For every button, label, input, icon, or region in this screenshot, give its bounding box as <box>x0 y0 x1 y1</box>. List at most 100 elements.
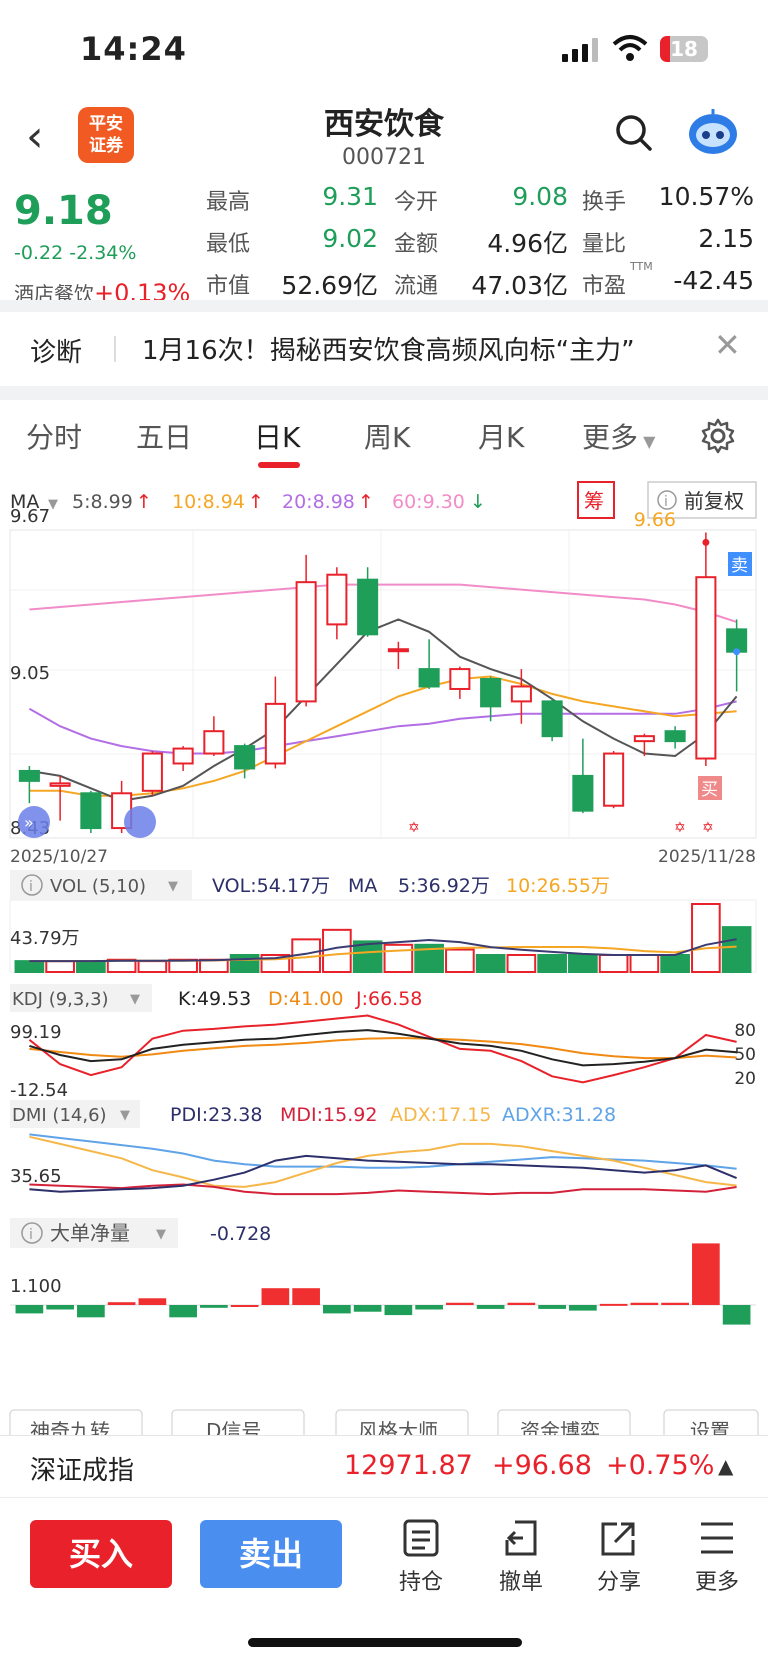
kline-chart[interactable]: MA ▼ 5:8.99 ↑ 10:8.94 ↑ 20:8.98 ↑ 60:9.3… <box>0 470 768 1451</box>
bigorder-bar <box>415 1305 443 1310</box>
vol-ratio-label: 量比 <box>582 232 627 257</box>
volume-bar <box>445 948 475 973</box>
action-bar: 买入 卖出 持仓 撤单 分享 更多 <box>0 1497 768 1663</box>
holdings-icon <box>403 1519 439 1557</box>
bigorder-bar <box>138 1298 167 1305</box>
sell-button[interactable]: 卖出 <box>200 1520 342 1588</box>
event-marker-icon[interactable]: ✡ <box>408 820 420 836</box>
more-action[interactable]: 更多 <box>682 1518 752 1596</box>
chart-area[interactable]: MA ▼ 5:8.99 ↑ 10:8.94 ↑ 20:8.98 ↑ 60:9.3… <box>0 470 768 1451</box>
expand-left-icon[interactable] <box>18 806 50 838</box>
arrow-up-icon: ↑ <box>248 491 264 513</box>
hold-action[interactable]: 持仓 <box>386 1518 456 1596</box>
candle-body <box>603 752 625 807</box>
high-value: 9.31 <box>322 182 378 211</box>
kdj-ref-20: 20 <box>734 1069 756 1089</box>
candle-body <box>633 735 655 743</box>
bigorder-bar <box>292 1288 320 1305</box>
volume-bar <box>691 903 721 973</box>
close-icon[interactable]: ✕ <box>714 326 741 364</box>
bigorder-bar <box>261 1288 290 1305</box>
ma10-line <box>29 675 737 797</box>
candle-body <box>357 578 379 636</box>
cancel-order-action[interactable]: 撤单 <box>486 1518 556 1596</box>
candle-body <box>695 576 717 760</box>
tab-daily-k[interactable]: 日K <box>254 416 300 456</box>
vol-value: VOL:54.17万 <box>212 875 330 897</box>
bigorder-bar <box>384 1305 413 1316</box>
caret-up-icon[interactable]: ▲ <box>718 1454 733 1478</box>
candle-body <box>510 685 532 703</box>
active-tab-indicator <box>258 462 300 468</box>
bigorder-bar <box>476 1305 505 1309</box>
low-label: 最低 <box>206 232 251 257</box>
gear-icon[interactable] <box>700 418 736 454</box>
bigorder-bar <box>46 1305 74 1310</box>
search-icon[interactable] <box>614 113 654 153</box>
status-bar: 14:24 18 <box>0 0 768 95</box>
open-label: 今开 <box>394 190 439 215</box>
period-tabs: 分时 五日 日K 周K 月K 更多 ▼ <box>0 400 768 470</box>
candle-body <box>18 769 40 782</box>
date-start: 2025/10/27 <box>10 847 108 867</box>
kdj-j-line <box>28 1014 737 1084</box>
candle-body <box>80 792 102 830</box>
arrow-up-icon: ↑ <box>136 491 152 513</box>
index-value: 12971.87 <box>344 1450 473 1481</box>
tab-monthly-k[interactable]: 月K <box>478 416 524 456</box>
vol-ma10: 10:26.55万 <box>506 875 610 897</box>
event-icon[interactable] <box>124 806 156 838</box>
kdj-label: KDJ (9,3,3) <box>12 989 109 1010</box>
robot-icon[interactable] <box>686 107 740 157</box>
caret-down-icon: ▼ <box>130 992 140 1007</box>
tab-five-day[interactable]: 五日 <box>136 416 192 456</box>
diagnosis-banner[interactable]: 诊断 1月16次！揭秘西安饮食高频风向标“主力” ✕ <box>0 312 768 386</box>
double-chevron-icon: » <box>24 813 34 832</box>
index-bar[interactable]: 深证成指 12971.87 +96.68 +0.75% ▲ <box>0 1435 768 1497</box>
tab-more[interactable]: 更多 ▼ <box>582 416 655 456</box>
share-action[interactable]: 分享 <box>584 1518 654 1596</box>
tab-intraday[interactable]: 分时 <box>26 416 82 456</box>
bigorder-bar <box>323 1305 351 1314</box>
dmi-adxr: ADXR:31.28 <box>502 1104 616 1126</box>
candle-body <box>326 573 348 626</box>
candle-body <box>664 730 686 743</box>
event-marker-icon[interactable]: ✡ <box>702 820 714 836</box>
stock-header: ‹ 平安 证券 西安饮食 000721 <box>0 95 768 180</box>
caret-down-icon: ▼ <box>638 432 656 451</box>
vol-ma5: 5:36.92万 <box>398 875 490 897</box>
event-marker-icon[interactable]: ✡ <box>674 820 686 836</box>
high-point-dot <box>702 538 710 546</box>
amount-value: 4.96亿 <box>487 229 568 258</box>
y-axis-max: 9.67 <box>10 506 50 527</box>
candle-body <box>172 747 194 765</box>
divider <box>0 386 768 400</box>
float-value: 47.03亿 <box>471 271 568 300</box>
ma10-value: 10:8.94 <box>172 491 245 513</box>
status-time: 14:24 <box>80 30 187 68</box>
y-axis-mid: 9.05 <box>10 663 50 684</box>
candle-body <box>264 702 286 765</box>
bigorder-bar <box>15 1305 44 1314</box>
share-icon <box>601 1522 635 1556</box>
index-percent: +0.75% <box>606 1450 715 1481</box>
diagnosis-text[interactable]: 1月16次！揭秘西安饮食高频风向标“主力” <box>142 330 635 367</box>
quote-panel: 9.18 -0.22 -2.34% 酒店餐饮+0.13% 最高 9.31 今开 … <box>0 180 768 312</box>
kdj-k: K:49.53 <box>178 988 251 1010</box>
bigorder-bar <box>599 1303 628 1306</box>
pe-label: 市盈 <box>582 274 627 299</box>
bigorder-label: 大单净量 <box>50 1221 130 1245</box>
date-end: 2025/11/28 <box>658 847 756 867</box>
menu-icon <box>701 1522 733 1554</box>
tab-weekly-k[interactable]: 周K <box>364 416 410 456</box>
bigorder-bar <box>569 1305 597 1311</box>
change-value: -0.22 <box>14 242 64 264</box>
candle-body <box>141 752 163 792</box>
kdj-bottom: -12.54 <box>10 1080 68 1101</box>
chip-label: 筹 <box>584 489 604 513</box>
indicator-button-label: 神奇九转 <box>30 1419 110 1435</box>
buy-button[interactable]: 买入 <box>30 1520 172 1588</box>
bigorder-bar <box>230 1305 259 1307</box>
indicator-button-label: 风格大师 <box>358 1419 438 1435</box>
bigorder-axis-label: 1.100 <box>10 1276 62 1297</box>
